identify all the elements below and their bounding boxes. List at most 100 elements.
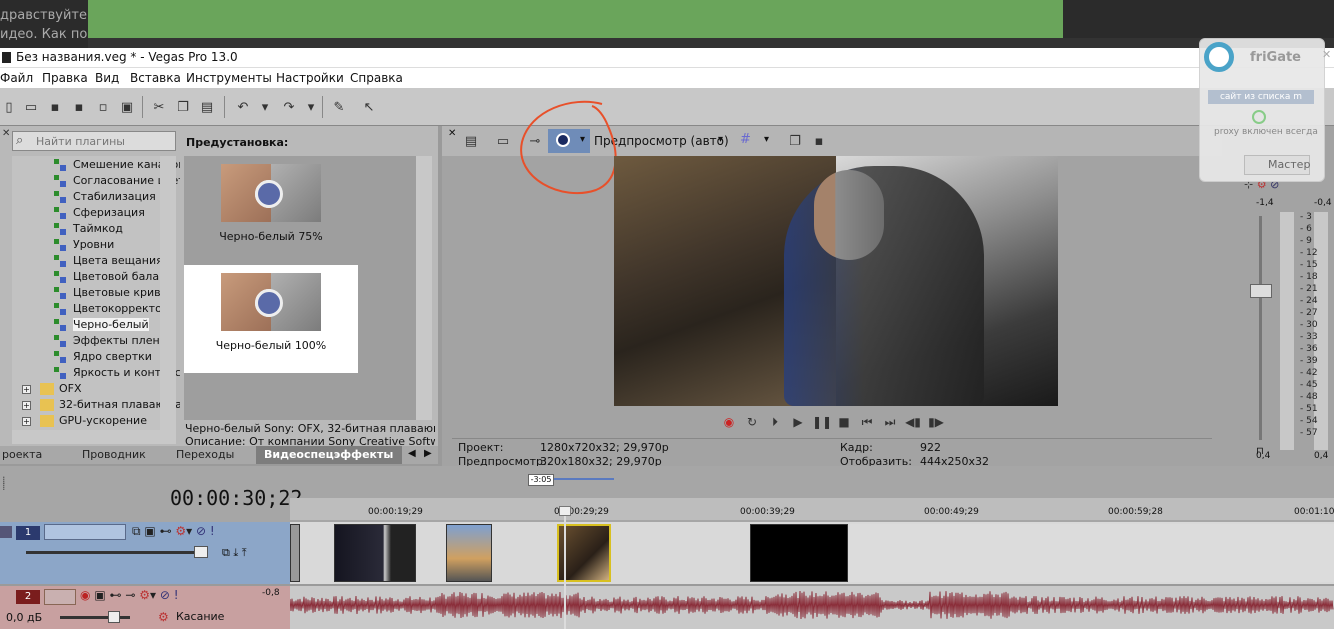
pause-icon[interactable]: ❚❚	[812, 414, 832, 430]
play-from-start-icon[interactable]: ⏵	[766, 414, 784, 430]
automation-icon: ⊷	[109, 588, 122, 602]
menu-help[interactable]: Справка	[350, 71, 403, 85]
menu-view[interactable]: Вид	[95, 71, 119, 85]
menu-insert[interactable]: Вставка	[130, 71, 181, 85]
play-icon[interactable]: ▶	[789, 414, 807, 430]
background-strip	[88, 38, 1334, 48]
plugin-icon	[54, 351, 68, 363]
master-fader[interactable]	[1250, 284, 1272, 298]
frigate-close-icon[interactable]: ✕	[1322, 48, 1331, 61]
level-slider-thumb[interactable]	[194, 546, 208, 558]
folder-gpu[interactable]: + GPU-ускорение	[22, 413, 147, 429]
timecode-display: 00:00:30;22	[170, 486, 303, 510]
go-to-start-icon[interactable]: ⏮	[858, 414, 876, 430]
record-icon[interactable]: ◉	[720, 414, 738, 430]
power-icon[interactable]	[1252, 110, 1266, 124]
undo-icon[interactable]: ↶	[234, 98, 252, 116]
playhead-handle[interactable]	[559, 506, 571, 516]
close-panel-icon[interactable]: ✕	[2, 128, 10, 139]
tab-scroll-left-icon[interactable]: ◀	[408, 448, 416, 459]
menu-options[interactable]: Настройки	[276, 71, 344, 85]
brush-icon[interactable]: ✎	[330, 98, 348, 116]
whats-this-icon[interactable]: ↖	[360, 98, 378, 116]
folder-icon	[40, 383, 54, 395]
close-preview-icon[interactable]: ✕	[448, 128, 456, 139]
dock-grip-icon[interactable]: ⁞ ⁞	[2, 475, 6, 492]
redo-dropdown-icon[interactable]: ▾	[302, 98, 320, 116]
folder-ofx[interactable]: + OFX	[22, 381, 82, 397]
track-fx-icon: ⚙	[139, 588, 150, 602]
menu-file[interactable]: Файл	[0, 71, 33, 85]
preset-label: Предустановка:	[186, 136, 289, 149]
preset-scrollbar[interactable]	[416, 156, 432, 420]
render-icon[interactable]: ▫	[94, 98, 112, 116]
folder-icon	[40, 415, 54, 427]
background-page-text: дравствуйте! идео. Как по	[0, 8, 88, 42]
plugin-icon	[54, 191, 68, 203]
redo-icon[interactable]: ↷	[280, 98, 298, 116]
automation-mode[interactable]: Касание	[176, 610, 224, 623]
external-monitor-icon[interactable]: ▭	[494, 132, 512, 150]
video-clip[interactable]	[290, 524, 300, 582]
open-icon[interactable]: ▭	[22, 98, 40, 116]
cut-icon[interactable]: ✂	[150, 98, 168, 116]
playhead[interactable]	[564, 508, 566, 629]
copy-snapshot-icon[interactable]: ❐	[786, 132, 804, 150]
automation-gear-icon[interactable]: ⚙	[158, 610, 169, 624]
tab-explorer[interactable]: Проводник	[82, 448, 146, 461]
tree-horizontal-scrollbar[interactable]	[12, 430, 176, 444]
toolbar-separator	[224, 96, 225, 118]
next-frame-icon[interactable]: ▮▶	[927, 414, 945, 430]
save-snapshot-icon[interactable]: ▪	[810, 132, 828, 150]
video-clip[interactable]	[446, 524, 492, 582]
quality-dropdown-icon[interactable]: ▾	[718, 134, 723, 145]
track2-buttons: ◉ ▣ ⊷ ⊸ ⚙▾ ⊘ !	[80, 588, 179, 602]
master-label: Мастер	[1268, 158, 1311, 171]
lock-icon[interactable]: ⊓	[1256, 446, 1264, 457]
background-banner	[88, 0, 1063, 38]
copy-icon[interactable]: ❐	[174, 98, 192, 116]
preset-bw-75[interactable]: Черно-белый 75%	[184, 156, 358, 264]
grid-overlay-icon[interactable]: #	[740, 132, 751, 147]
position-marker[interactable]: -3:05	[528, 474, 554, 486]
time-ruler[interactable]	[290, 498, 1334, 520]
loop-icon[interactable]: ↻	[743, 414, 761, 430]
properties-icon[interactable]: ▣	[118, 98, 136, 116]
plugin-description: Черно-белый Sony: OFX, 32-битная плавающ…	[185, 422, 435, 435]
tab-video-fx[interactable]: Видеоспецэффекты	[264, 448, 393, 461]
prev-frame-icon[interactable]: ◀▮	[904, 414, 922, 430]
ruler-label: 00:00:19;29	[368, 507, 423, 517]
tree-vertical-scrollbar[interactable]	[160, 156, 176, 430]
preset-bw-100[interactable]: Черно-белый 100%	[184, 265, 358, 373]
tab-transitions[interactable]: Переходы	[176, 448, 234, 461]
frigate-site-button[interactable]: сайт из списка m	[1208, 90, 1314, 104]
tab-project-media[interactable]: роекта	[2, 448, 42, 461]
save-as-icon[interactable]: ▪	[70, 98, 88, 116]
menu-edit[interactable]: Правка	[42, 71, 88, 85]
solo-icon: !	[173, 588, 179, 602]
audio-track-name-field[interactable]	[44, 589, 76, 605]
frigate-logo-icon	[1204, 42, 1234, 72]
video-clip[interactable]	[334, 524, 416, 582]
volume-slider-thumb[interactable]	[108, 611, 120, 623]
preview-properties-icon[interactable]: ▤	[462, 132, 480, 150]
save-icon[interactable]: ▪	[46, 98, 64, 116]
track1-level-slider[interactable]	[26, 551, 196, 554]
expand-icon: +	[22, 400, 31, 410]
frame-label: Кадр:	[840, 441, 873, 454]
meter-scale-label: - 36	[1300, 344, 1318, 354]
menu-tools[interactable]: Инструменты	[186, 71, 272, 85]
overlay-dropdown-icon[interactable]: ▾	[764, 134, 769, 145]
new-icon[interactable]: ▯	[0, 98, 18, 116]
go-to-end-icon[interactable]: ⏭	[881, 414, 899, 430]
frigate-name: friGate	[1250, 50, 1301, 65]
paste-icon[interactable]: ▤	[198, 98, 216, 116]
video-clip[interactable]	[750, 524, 848, 582]
stop-icon[interactable]: ■	[835, 414, 853, 430]
plugin-icon	[54, 335, 68, 347]
tab-scroll-right-icon[interactable]: ▶	[424, 448, 432, 459]
track-collapse-icon[interactable]	[0, 526, 12, 538]
arm-record-icon: ◉	[80, 588, 91, 602]
undo-dropdown-icon[interactable]: ▾	[256, 98, 274, 116]
track-name-field[interactable]	[44, 524, 126, 540]
